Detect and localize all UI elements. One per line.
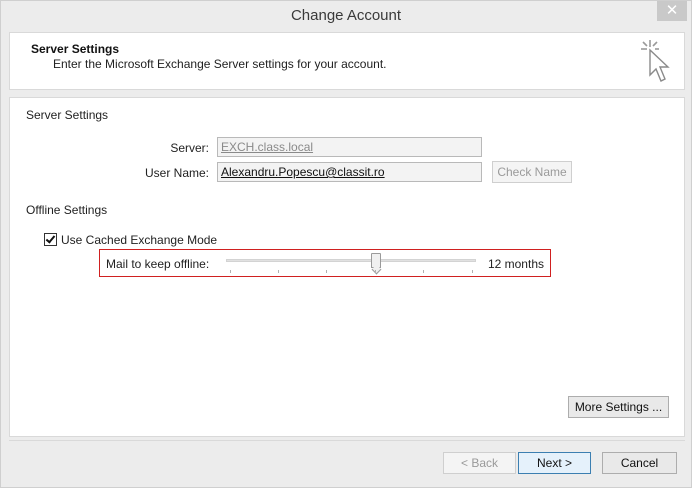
- server-settings-heading: Server Settings: [26, 108, 109, 122]
- title-bar: Change Account ✕: [1, 1, 691, 31]
- slider-label: Mail to keep offline:: [106, 257, 210, 271]
- header-subtitle: Enter the Microsoft Exchange Server sett…: [53, 57, 387, 71]
- window-title: Change Account: [290, 7, 402, 24]
- header-panel: Server Settings Enter the Microsoft Exch…: [9, 32, 685, 90]
- slider-thumb[interactable]: [371, 253, 381, 268]
- slider-tick: [326, 270, 327, 273]
- username-label: User Name:: [144, 166, 209, 180]
- slider-tick: [375, 270, 376, 273]
- server-field[interactable]: EXCH.class.local: [217, 137, 482, 157]
- cached-mode-label: Use Cached Exchange Mode: [61, 233, 218, 247]
- more-settings-button[interactable]: More Settings ...: [568, 396, 669, 418]
- change-account-dialog: Change Account ✕ Server Settings Enter t…: [0, 0, 692, 488]
- offline-mail-slider-group: Mail to keep offline: 12 months: [99, 249, 551, 277]
- back-button[interactable]: < Back: [443, 452, 516, 474]
- cached-mode-checkbox[interactable]: [44, 233, 57, 246]
- close-button[interactable]: ✕: [657, 1, 687, 21]
- server-label: Server:: [170, 141, 209, 155]
- offline-settings-heading: Offline Settings: [26, 203, 108, 217]
- checkmark-icon: [45, 233, 56, 244]
- slider-track[interactable]: [226, 259, 476, 262]
- footer-divider: [9, 440, 685, 441]
- cursor-click-icon: [641, 40, 670, 82]
- slider-value: 12 months: [487, 257, 544, 271]
- slider-tick: [423, 270, 424, 273]
- next-button[interactable]: Next >: [518, 452, 591, 474]
- slider-tick: [278, 270, 279, 273]
- slider-tick: [230, 270, 231, 273]
- header-title: Server Settings: [31, 42, 120, 56]
- check-name-button[interactable]: Check Name: [492, 161, 572, 183]
- slider-tick: [472, 270, 473, 273]
- username-field[interactable]: Alexandru.Popescu@classit.ro: [217, 162, 482, 182]
- cancel-button[interactable]: Cancel: [602, 452, 677, 474]
